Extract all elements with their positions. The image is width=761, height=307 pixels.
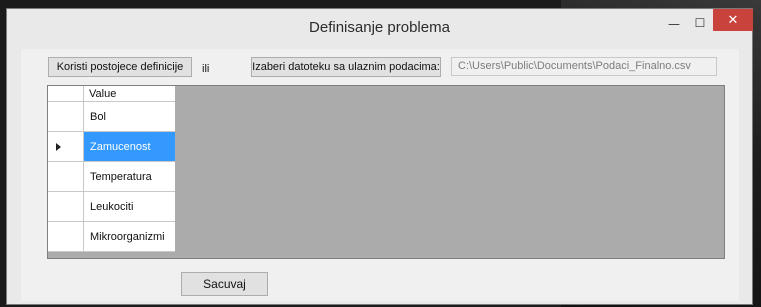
definitions-grid[interactable]: Value Bol Zamucenost Temperatura Leukoci… [47,85,725,259]
row-header[interactable] [48,162,84,192]
grid-table: Value Bol Zamucenost Temperatura Leukoci… [48,86,175,252]
value-cell[interactable]: Temperatura [84,162,175,192]
current-row-arrow-icon [56,143,61,151]
value-cell[interactable]: Leukociti [84,192,175,222]
table-row[interactable]: Bol [48,102,175,132]
value-cell[interactable]: Zamucenost [84,132,175,162]
or-label: ili [202,63,210,75]
row-header[interactable] [48,222,84,252]
choose-input-file-button[interactable]: Izaberi datoteku sa ulaznim podacima: [251,57,441,77]
column-header-value[interactable]: Value [84,86,175,102]
row-header[interactable] [48,132,84,162]
grid-corner-header[interactable] [48,86,84,102]
value-cell[interactable]: Bol [84,102,175,132]
table-row[interactable]: Temperatura [48,162,175,192]
use-existing-definitions-button[interactable]: Koristi postojece definicije [48,57,192,77]
minimize-button[interactable]: — [662,13,686,35]
table-row[interactable]: Mikroorganizmi [48,222,175,252]
row-header[interactable] [48,102,84,132]
maximize-button[interactable]: ☐ [688,12,712,34]
save-button[interactable]: Sacuvaj [181,272,268,296]
window-title: Definisanje problema [309,19,450,36]
table-row[interactable]: Zamucenost [48,132,175,162]
dialog-window: Definisanje problema — ☐ ✕ Koristi posto… [6,8,753,305]
grid-header-row: Value [48,86,175,102]
table-row[interactable]: Leukociti [48,192,175,222]
row-header[interactable] [48,192,84,222]
dialog-content: Koristi postojece definicije ili Izaberi… [21,49,739,301]
file-path-field[interactable]: C:\Users\Public\Documents\Podaci_Finalno… [451,57,717,76]
value-cell[interactable]: Mikroorganizmi [84,222,175,252]
close-button[interactable]: ✕ [713,9,753,31]
title-bar[interactable]: Definisanje problema — ☐ ✕ [7,9,753,49]
